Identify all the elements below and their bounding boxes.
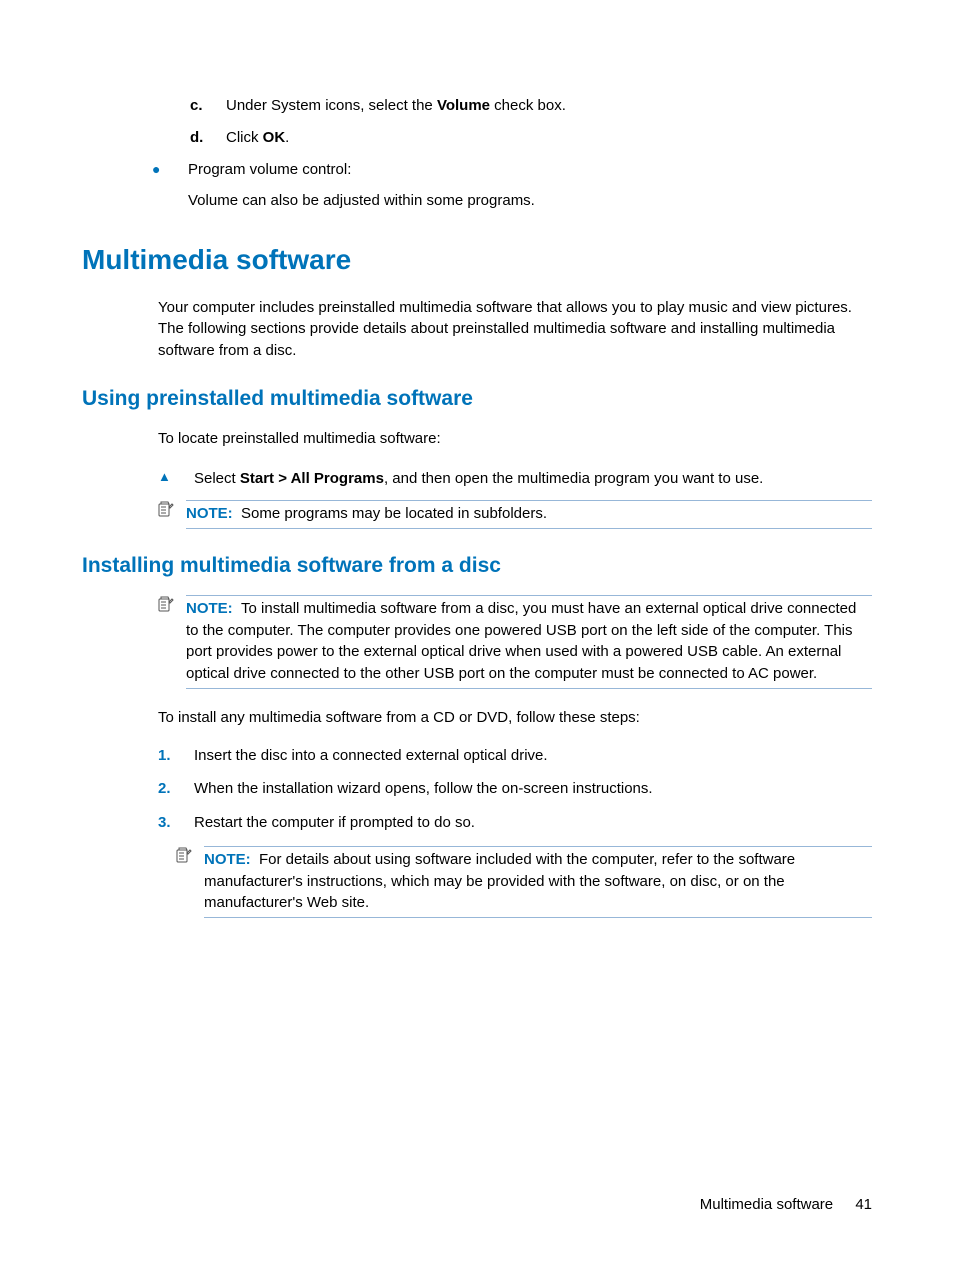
note-label: NOTE: (186, 505, 233, 522)
note-body: NOTE: To install multimedia software fro… (186, 595, 872, 689)
note-icon (176, 846, 204, 918)
note-icon (158, 500, 186, 529)
list-item: 2. When the installation wizard opens, f… (158, 778, 872, 800)
note-label: NOTE: (186, 600, 233, 617)
list-number: 3. (158, 812, 194, 834)
heading-using-preinstalled: Using preinstalled multimedia software (82, 384, 872, 414)
note-text: To install multimedia software from a di… (186, 600, 856, 682)
bullet-list: ● Program volume control: (152, 159, 872, 181)
list-text: Restart the computer if prompted to do s… (194, 812, 475, 834)
list-item: 1. Insert the disc into a connected exte… (158, 745, 872, 767)
bullet-item: ● Program volume control: (152, 159, 872, 181)
note-block-1: NOTE: Some programs may be located in su… (158, 500, 872, 529)
substep-letter: c. (190, 95, 226, 117)
numbered-list: 1. Insert the disc into a connected exte… (158, 745, 872, 834)
note-text: Some programs may be located in subfolde… (241, 505, 547, 522)
list-text: Insert the disc into a connected externa… (194, 745, 548, 767)
footer-title: Multimedia software (700, 1196, 833, 1213)
list-text: When the installation wizard opens, foll… (194, 778, 653, 800)
substep-d: d. Click OK. (190, 127, 872, 149)
page-number: 41 (855, 1196, 872, 1213)
note-body: NOTE: For details about using software i… (204, 846, 872, 918)
list-item: 3. Restart the computer if prompted to d… (158, 812, 872, 834)
substep-text: Under System icons, select the Volume ch… (226, 95, 566, 117)
triangle-step: ▲ Select Start > All Programs, and then … (158, 468, 872, 490)
note-block-3: NOTE: For details about using software i… (176, 846, 872, 918)
note-label: NOTE: (204, 851, 251, 868)
note-body: NOTE: Some programs may be located in su… (186, 500, 872, 529)
substep-list: c. Under System icons, select the Volume… (190, 95, 872, 149)
bullet-icon: ● (152, 159, 188, 181)
bullet-text: Program volume control: (188, 159, 872, 181)
intro-paragraph: Your computer includes preinstalled mult… (158, 297, 872, 362)
list-number: 2. (158, 778, 194, 800)
page-footer: Multimedia software 41 (700, 1194, 872, 1216)
install-intro: To install any multimedia software from … (158, 707, 872, 729)
note-block-2: NOTE: To install multimedia software fro… (158, 595, 872, 689)
bullet-subtext: Volume can also be adjusted within some … (188, 190, 872, 212)
substep-text: Click OK. (226, 127, 289, 149)
substep-c: c. Under System icons, select the Volume… (190, 95, 872, 117)
heading-installing-from-disc: Installing multimedia software from a di… (82, 551, 872, 581)
triangle-icon: ▲ (158, 468, 194, 490)
substep-letter: d. (190, 127, 226, 149)
note-icon (158, 595, 186, 689)
list-number: 1. (158, 745, 194, 767)
locate-text: To locate preinstalled multimedia softwa… (158, 428, 872, 450)
heading-multimedia-software: Multimedia software (82, 240, 872, 281)
note-text: For details about using software include… (204, 851, 795, 912)
triangle-step-text: Select Start > All Programs, and then op… (194, 468, 763, 490)
